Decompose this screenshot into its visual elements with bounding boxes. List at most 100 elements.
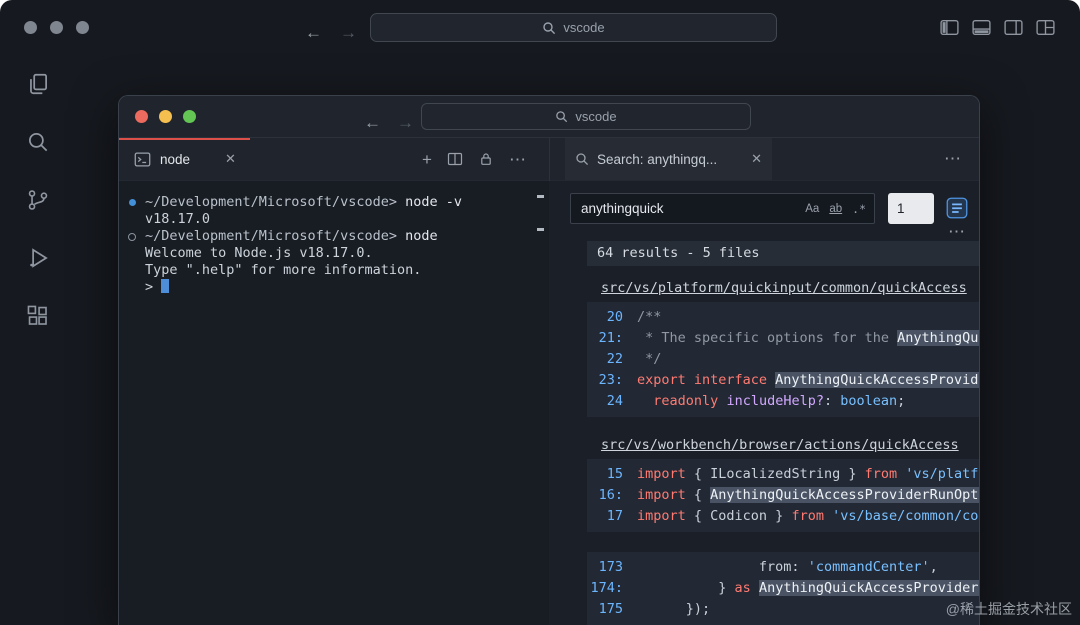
terminal-line-text: > bbox=[145, 279, 169, 296]
result-line[interactable]: 23:export interface AnythingQuickAccessP… bbox=[587, 370, 979, 391]
command-decoration-icon bbox=[119, 194, 145, 211]
forward-button[interactable]: → bbox=[340, 24, 357, 41]
search-details-toggle-button[interactable]: ⋯ bbox=[948, 223, 965, 240]
file-match-path[interactable]: src/vs/platform/quickinput/common/quickA… bbox=[601, 280, 979, 296]
scrollbar-decoration bbox=[537, 228, 544, 231]
code-text: readonly includeHelp?: boolean; bbox=[637, 391, 905, 412]
inner-command-center-label: vscode bbox=[575, 109, 616, 124]
minimize-button[interactable] bbox=[50, 21, 63, 34]
terminal-tab-close-button[interactable]: ✕ bbox=[225, 151, 236, 167]
sidebar-item-search[interactable] bbox=[25, 129, 51, 155]
new-terminal-button[interactable]: + bbox=[422, 151, 432, 168]
code-text: import { ILocalizedString } from 'vs/pla… bbox=[637, 464, 979, 485]
zoom-button[interactable] bbox=[183, 110, 196, 123]
code-text: * The specific options for the AnythingQ… bbox=[637, 328, 979, 349]
sidebar-left-icon bbox=[939, 17, 960, 38]
outer-command-center-label: vscode bbox=[563, 20, 604, 35]
outer-command-center[interactable]: vscode bbox=[370, 13, 777, 42]
result-line[interactable]: 17import { Codicon } from 'vs/base/commo… bbox=[587, 506, 979, 527]
search-tab-label: Search: anythingq... bbox=[597, 152, 717, 167]
zoom-button[interactable] bbox=[76, 21, 89, 34]
sidebar-item-source-control[interactable] bbox=[25, 187, 51, 213]
terminal-icon bbox=[134, 151, 151, 168]
result-line[interactable]: 24 readonly includeHelp?: boolean; bbox=[587, 391, 979, 412]
code-text: /** bbox=[637, 307, 661, 328]
search-icon bbox=[575, 152, 589, 166]
whole-word-toggle[interactable]: ab bbox=[829, 203, 842, 215]
result-line[interactable]: 22 */ bbox=[587, 349, 979, 370]
terminal-line-text: Type ".help" for more information. bbox=[145, 262, 421, 279]
terminal-gutter bbox=[119, 211, 145, 228]
activity-bar bbox=[0, 55, 75, 625]
find-widget: Aa ab .* bbox=[570, 193, 875, 224]
sidebar-item-run-debug[interactable] bbox=[25, 245, 51, 271]
code-text: from: 'commandCenter', bbox=[637, 557, 938, 578]
search-controls: Aa ab .* ⋯ bbox=[549, 181, 979, 241]
sidebar-item-extensions[interactable] bbox=[25, 303, 51, 329]
outer-titlebar: ← → vscode bbox=[0, 0, 1080, 55]
terminal-line-text: ~/Development/Microsoft/vscode> node bbox=[145, 228, 438, 245]
line-number: 23: bbox=[587, 370, 637, 391]
terminal-actions: + ⋯ bbox=[422, 138, 526, 180]
back-button[interactable]: ← bbox=[305, 24, 322, 41]
source-control-icon bbox=[25, 187, 51, 213]
terminal-line: ~/Development/Microsoft/vscode> node -v bbox=[119, 194, 549, 211]
result-line[interactable]: 20/** bbox=[587, 307, 979, 328]
toggle-secondary-sidebar-icon[interactable] bbox=[1003, 17, 1024, 38]
terminal-line: Welcome to Node.js v18.17.0. bbox=[119, 245, 549, 262]
editor-more-actions-button[interactable]: ⋯ bbox=[944, 150, 961, 167]
customize-layout-icon[interactable] bbox=[1035, 17, 1056, 38]
terminal-output[interactable]: ~/Development/Microsoft/vscode> node -vv… bbox=[119, 181, 549, 625]
search-icon bbox=[25, 129, 51, 155]
sidebar-item-explorer[interactable] bbox=[25, 71, 51, 97]
terminal-tab-bar: node ✕ + ⋯ bbox=[119, 138, 549, 180]
run-debug-icon bbox=[25, 245, 51, 271]
open-in-editor-icon bbox=[944, 195, 970, 221]
close-button[interactable] bbox=[135, 110, 148, 123]
toggle-panel-icon[interactable] bbox=[971, 17, 992, 38]
terminal-line: v18.17.0 bbox=[119, 211, 549, 228]
regex-toggle[interactable]: .* bbox=[852, 202, 866, 216]
watermark: @稀土掘金技术社区 bbox=[946, 599, 1072, 619]
result-line[interactable]: 173 from: 'commandCenter', bbox=[587, 557, 979, 578]
results-summary: 64 results - 5 files bbox=[587, 241, 979, 266]
file-match-path[interactable]: src/vs/workbench/browser/actions/quickAc… bbox=[601, 437, 979, 453]
split-terminal-button[interactable] bbox=[447, 151, 463, 167]
layout-controls bbox=[939, 17, 1056, 38]
code-text: import { Codicon } from 'vs/base/common/… bbox=[637, 506, 979, 527]
lock-button[interactable] bbox=[478, 151, 494, 167]
line-number: 174: bbox=[587, 578, 637, 599]
back-button[interactable]: ← bbox=[364, 114, 381, 131]
outer-window-controls bbox=[24, 21, 89, 34]
close-button[interactable] bbox=[24, 21, 37, 34]
terminal-lines: ~/Development/Microsoft/vscode> node -vv… bbox=[119, 194, 549, 296]
outer-window: ← → vscode bbox=[0, 0, 1080, 625]
match-case-toggle[interactable]: Aa bbox=[805, 203, 819, 215]
search-tab-close-button[interactable]: ✕ bbox=[751, 151, 762, 167]
code-text: export interface AnythingQuickAccessProv… bbox=[637, 370, 979, 391]
result-line[interactable]: 21: * The specific options for the Anyth… bbox=[587, 328, 979, 349]
terminal-tab[interactable]: node ✕ bbox=[119, 138, 250, 180]
explorer-icon bbox=[25, 71, 51, 97]
search-icon bbox=[542, 21, 556, 35]
result-line[interactable]: 15import { ILocalizedString } from 'vs/p… bbox=[587, 464, 979, 485]
match-block: 173 from: 'commandCenter',174: } as Anyt… bbox=[587, 552, 979, 625]
line-number: 24 bbox=[587, 391, 637, 412]
minimize-button[interactable] bbox=[159, 110, 172, 123]
terminal-gutter bbox=[119, 245, 145, 262]
inner-content: ~/Development/Microsoft/vscode> node -vv… bbox=[119, 181, 979, 625]
toggle-primary-sidebar-icon[interactable] bbox=[939, 17, 960, 38]
terminal-line-text: v18.17.0 bbox=[145, 211, 210, 228]
result-line[interactable]: 175 }); bbox=[587, 599, 979, 620]
search-editor-tab[interactable]: Search: anythingq... ✕ bbox=[565, 138, 772, 180]
extensions-icon bbox=[25, 303, 51, 329]
result-line[interactable]: 16:import { AnythingQuickAccessProviderR… bbox=[587, 485, 979, 506]
result-line[interactable]: 174: } as AnythingQuickAccessProviderRun… bbox=[587, 578, 979, 599]
terminal-more-actions-button[interactable]: ⋯ bbox=[509, 151, 526, 168]
forward-button[interactable]: → bbox=[397, 114, 414, 131]
match-block: 20/**21: * The specific options for the … bbox=[587, 302, 979, 417]
inner-command-center[interactable]: vscode bbox=[421, 103, 751, 130]
open-in-editor-button[interactable] bbox=[944, 195, 970, 221]
match-count-input[interactable] bbox=[888, 193, 934, 224]
terminal-line: > bbox=[119, 279, 549, 296]
